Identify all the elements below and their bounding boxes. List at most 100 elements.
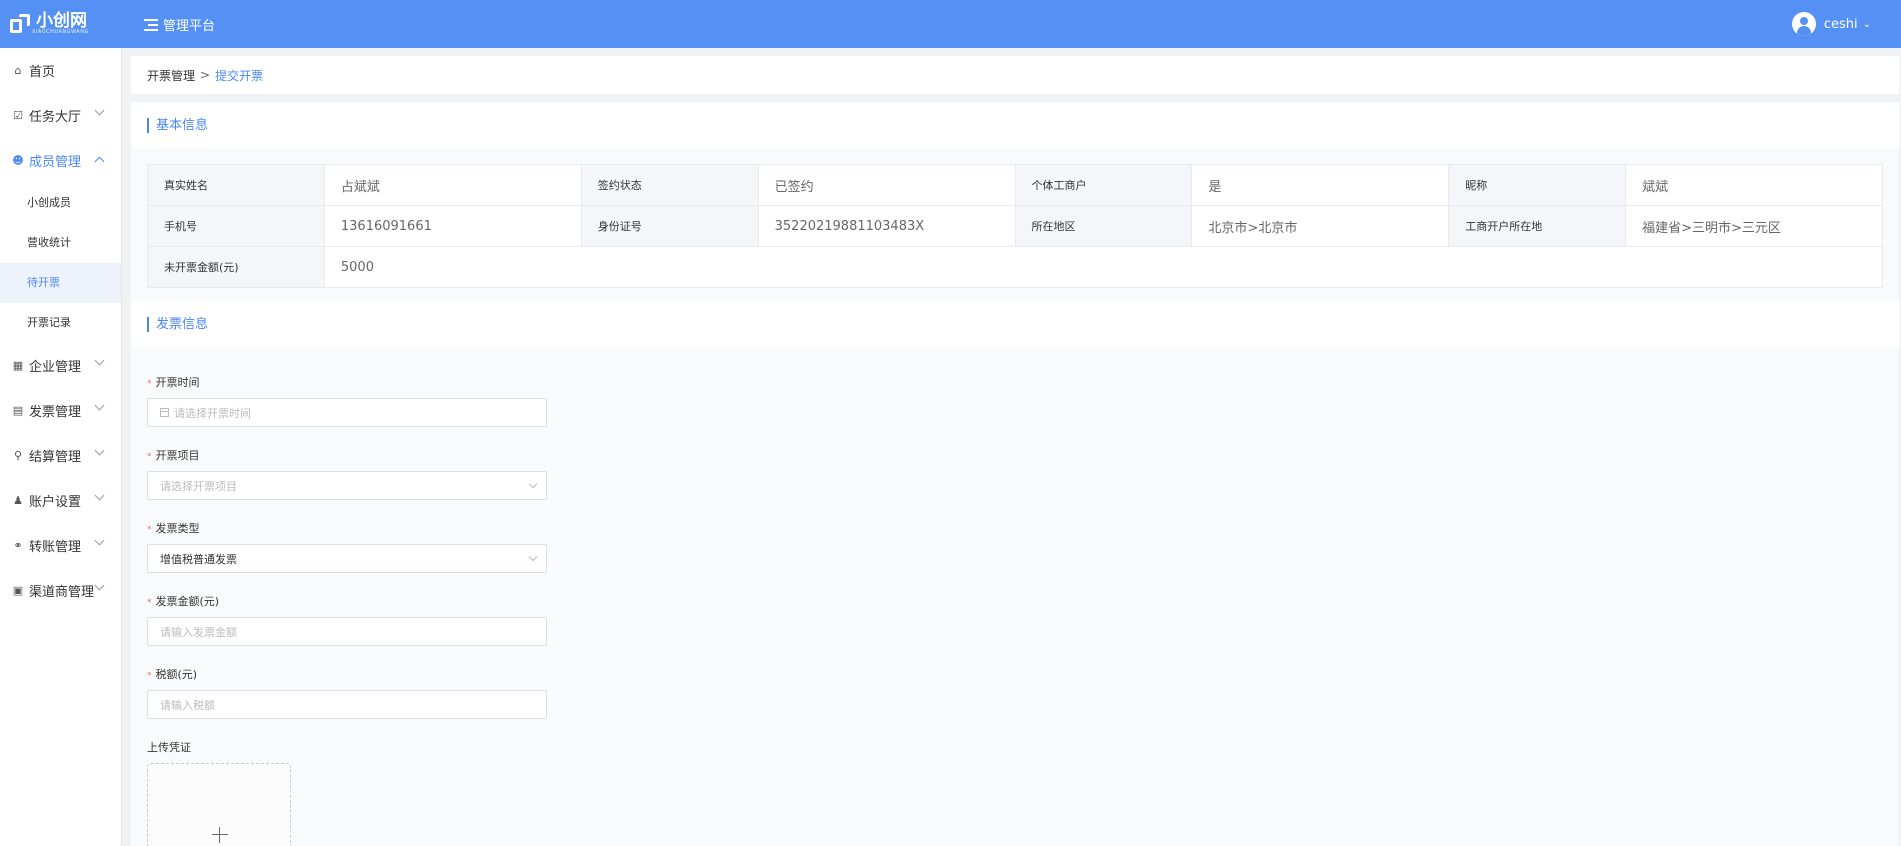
calendar-icon xyxy=(160,408,169,417)
chevron-down-icon xyxy=(528,552,538,562)
sidebar-item-label: 账户设置 xyxy=(29,495,82,510)
info-value: 斌斌 xyxy=(1625,164,1883,206)
breadcrumb: 开票管理 > 提交开票 xyxy=(131,56,1899,94)
field-label: * 发票类型 xyxy=(147,522,200,535)
main-content: 基本信息 真实姓名 占斌斌 签约状态 已签约 个体工商户 是 昵称 斌斌 手机号… xyxy=(131,102,1899,846)
invoice-item-select[interactable]: 请选择开票项目 xyxy=(147,471,547,500)
chevron-down-icon: ⌄ xyxy=(1862,18,1871,30)
invoice-time-placeholder: 请选择开票时间 xyxy=(174,406,251,420)
username: ceshi xyxy=(1823,16,1858,32)
sidebar-item-transfer[interactable]: ⚭ 转账管理 xyxy=(0,523,121,568)
table-row: 未开票金额(元) 5000 xyxy=(147,246,1884,288)
table-row: 真实姓名 占斌斌 签约状态 已签约 个体工商户 是 昵称 斌斌 xyxy=(147,164,1883,206)
invoice-form: * 开票时间 请选择开票时间 * 开票项目 请选择开票项目 * 发票类型 增值税普通发… xyxy=(147,374,547,846)
sidebar-item-channel[interactable]: ▣ 渠道商管理 xyxy=(0,568,121,613)
basic-info-table: 真实姓名 占斌斌 签约状态 已签约 个体工商户 是 昵称 斌斌 手机号 1361… xyxy=(147,164,1884,288)
sidebar-item-invoice[interactable]: ▤ 发票管理 xyxy=(0,388,121,433)
sidebar-item-settlement[interactable]: ⚲ 结算管理 xyxy=(0,433,121,478)
sidebar-item-label: 首页 xyxy=(29,65,56,80)
invoice-amount-placeholder: 请输入发票金额 xyxy=(160,625,237,639)
info-label: 工商开户所在地 xyxy=(1448,205,1627,247)
chevron-down-icon xyxy=(94,490,105,501)
info-value: 北京市>北京市 xyxy=(1191,205,1450,247)
plus-icon xyxy=(212,834,228,835)
sidebar-item-enterprise[interactable]: ▦ 企业管理 xyxy=(0,343,121,388)
form-group-invoice-type: * 发票类型 增值税普通发票 xyxy=(147,520,547,573)
section-title: 发票信息 xyxy=(147,316,208,332)
breadcrumb-parent[interactable]: 开票管理 xyxy=(147,67,195,84)
breadcrumb-separator: > xyxy=(200,68,211,82)
sidebar-subitem-invoice-records[interactable]: 开票记录 xyxy=(0,303,121,343)
info-label: 个体工商户 xyxy=(1014,164,1193,206)
sidebar-subitem-pending-invoice[interactable]: 待开票 xyxy=(0,263,121,303)
info-value: 占斌斌 xyxy=(323,164,582,206)
channel-icon: ▣ xyxy=(12,583,24,597)
transfer-icon: ⚭ xyxy=(13,538,23,552)
chevron-down-icon xyxy=(94,445,105,456)
form-group-tax-amount: * 税额(元) 请输入税额 xyxy=(147,666,547,719)
sidebar-item-label: 成员管理 xyxy=(29,155,82,170)
home-icon: ⌂ xyxy=(14,63,22,77)
sidebar-subitem-revenue[interactable]: 营收统计 xyxy=(0,223,121,263)
sidebar-item-label: 结算管理 xyxy=(29,450,82,465)
tax-amount-input[interactable]: 请输入税额 xyxy=(147,690,547,719)
platform-title: 管理平台 xyxy=(163,19,216,34)
top-header: 小创网 XIAOCHUANGWANG 管理平台 ceshi ⌄ xyxy=(0,0,1901,48)
task-icon: ☑ xyxy=(13,108,23,122)
sidebar: ⌂ 首页 ☑ 任务大厅 ☻ 成员管理 小创成员 营收统计 待开票 开票记录 ▦ … xyxy=(0,48,122,846)
info-value: 是 xyxy=(1191,164,1450,206)
invoice-amount-input[interactable]: 请输入发票金额 xyxy=(147,617,547,646)
sidebar-item-members[interactable]: ☻ 成员管理 xyxy=(0,138,121,183)
required-mark: * xyxy=(147,598,152,608)
sidebar-item-account[interactable]: ♟ 账户设置 xyxy=(0,478,121,523)
building-icon: ▦ xyxy=(12,358,24,372)
chevron-down-icon xyxy=(94,535,105,546)
sidebar-item-task-hall[interactable]: ☑ 任务大厅 xyxy=(0,93,121,138)
upload-voucher-button[interactable] xyxy=(147,763,291,846)
form-group-invoice-time: * 开票时间 请选择开票时间 xyxy=(147,374,547,427)
required-mark: * xyxy=(147,671,152,681)
menu-fold-icon[interactable] xyxy=(144,18,158,31)
field-label: * 开票项目 xyxy=(147,449,200,462)
info-label: 签约状态 xyxy=(580,164,759,206)
sidebar-item-label: 渠道商管理 xyxy=(29,585,95,600)
info-label: 所在地区 xyxy=(1014,205,1193,247)
invoice-icon: ▤ xyxy=(12,403,24,417)
table-row: 手机号 13616091661 身份证号 35220219881103483X … xyxy=(147,205,1883,247)
sidebar-item-label: 任务大厅 xyxy=(29,110,82,125)
info-label: 昵称 xyxy=(1448,164,1627,206)
breadcrumb-current: 提交开票 xyxy=(215,68,264,83)
chevron-down-icon xyxy=(94,400,105,411)
sidebar-item-label: 转账管理 xyxy=(29,540,82,555)
invoice-time-picker[interactable]: 请选择开票时间 xyxy=(147,398,547,427)
info-value: 13616091661 xyxy=(323,205,582,247)
account-icon: ♟ xyxy=(13,493,23,507)
section-title: 基本信息 xyxy=(147,117,208,133)
tax-amount-placeholder: 请输入税额 xyxy=(160,698,215,712)
field-label: * 开票时间 xyxy=(147,376,200,389)
settlement-icon: ⚲ xyxy=(13,448,23,462)
info-label: 真实姓名 xyxy=(147,164,325,206)
logo-icon xyxy=(10,14,32,34)
platform-toggle[interactable]: 管理平台 xyxy=(144,15,215,34)
basic-info-header: 基本信息 xyxy=(131,102,1899,148)
user-menu[interactable]: ceshi ⌄ xyxy=(1791,12,1871,36)
field-label: * 发票金额(元) xyxy=(147,595,220,608)
upload-label: 上传凭证 xyxy=(147,741,191,754)
required-mark: * xyxy=(147,525,152,535)
form-group-invoice-amount: * 发票金额(元) 请输入发票金额 xyxy=(147,593,547,646)
chevron-down-icon xyxy=(528,479,538,489)
invoice-item-placeholder: 请选择开票项目 xyxy=(160,479,237,493)
uninvoiced-amount: 5000 xyxy=(323,246,1884,288)
chevron-up-icon xyxy=(94,156,105,167)
info-label: 手机号 xyxy=(147,205,325,247)
sidebar-item-home[interactable]: ⌂ 首页 xyxy=(0,48,121,93)
logo[interactable]: 小创网 XIAOCHUANGWANG xyxy=(10,13,89,35)
chevron-down-icon xyxy=(94,580,105,591)
info-value: 已签约 xyxy=(757,164,1016,206)
invoice-type-select[interactable]: 增值税普通发票 xyxy=(147,544,547,573)
sidebar-item-label: 企业管理 xyxy=(29,360,82,375)
chevron-down-icon xyxy=(94,355,105,366)
required-mark: * xyxy=(147,379,152,389)
sidebar-subitem-members[interactable]: 小创成员 xyxy=(0,183,121,223)
